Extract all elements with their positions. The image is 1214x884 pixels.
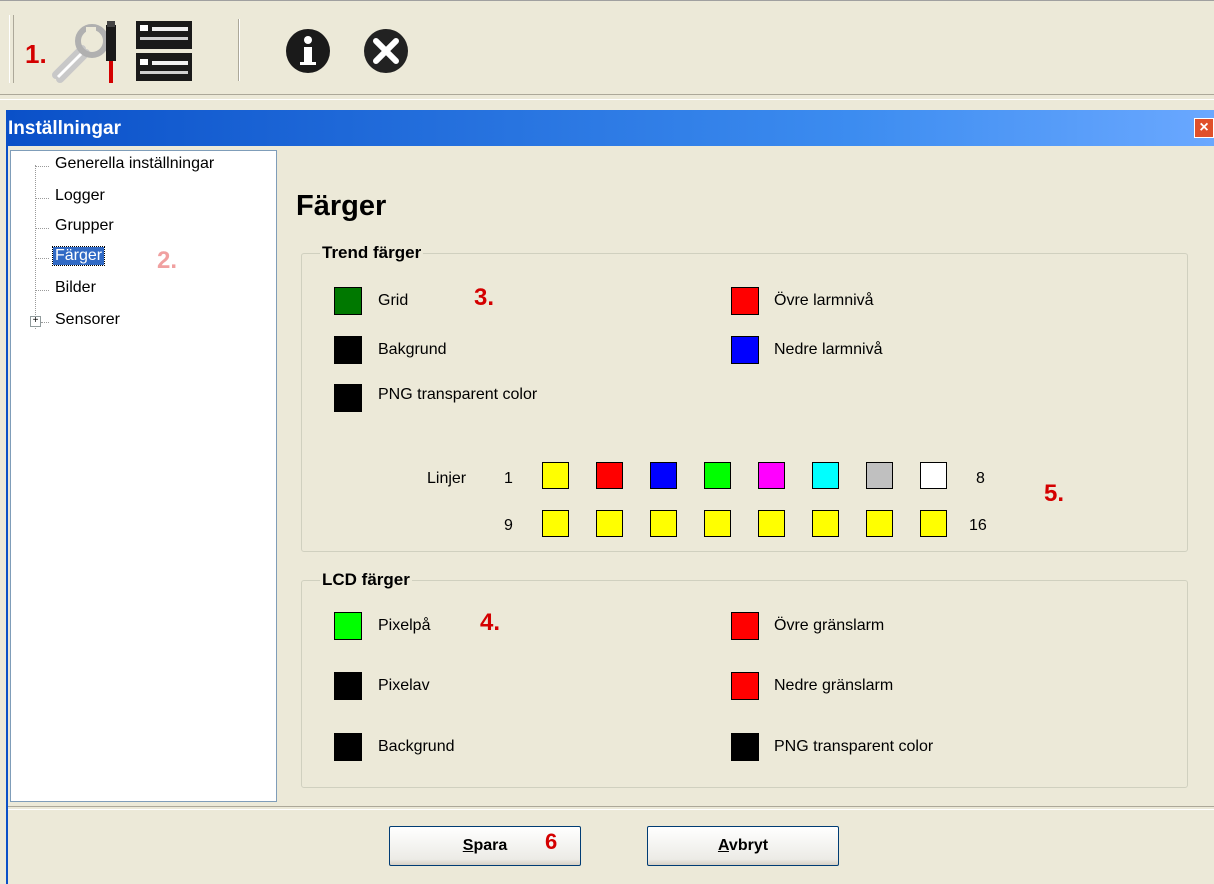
grid-color-label: Grid: [378, 292, 409, 309]
page-title: Färger: [296, 190, 387, 222]
tree-item-label: Färger: [51, 246, 106, 266]
pixelav-label: Pixelav: [378, 677, 430, 694]
tree-item-label: Grupper: [55, 217, 114, 234]
save-marker: 6: [545, 829, 558, 854]
nedre-granslarm-label: Nedre gränslarm: [774, 677, 894, 694]
line-color-swatch[interactable]: [812, 510, 839, 537]
info-icon[interactable]: [284, 27, 332, 75]
line-color-swatch[interactable]: [758, 510, 785, 537]
expand-icon[interactable]: +: [30, 316, 41, 327]
group-title: LCD färger: [320, 570, 412, 590]
save-button[interactable]: Spara 6: [389, 826, 581, 866]
toolbar: 1.: [0, 0, 1214, 96]
close-circle-icon[interactable]: [362, 27, 410, 75]
backgrund-label: Backgrund: [378, 738, 455, 755]
png-transparent-swatch[interactable]: [334, 384, 362, 412]
line-color-swatch[interactable]: [650, 510, 677, 537]
lines-row1-start: 1: [504, 470, 513, 487]
tree-marker: 2.: [157, 247, 178, 274]
line-color-swatch[interactable]: [596, 462, 623, 489]
cancel-button[interactable]: Avbryt: [647, 826, 839, 866]
save-label: para: [473, 837, 508, 854]
line-color-swatch[interactable]: [758, 462, 785, 489]
window-title: Inställningar: [8, 118, 121, 139]
tree-item-label: Generella inställningar: [55, 155, 215, 172]
tree-line: [35, 165, 36, 329]
bakgrund-color-label: Bakgrund: [378, 341, 447, 358]
line-color-swatch[interactable]: [704, 462, 731, 489]
bakgrund-color-swatch[interactable]: [334, 336, 362, 364]
ovre-larmniva-label: Övre larmnivå: [774, 292, 874, 309]
toolbar-grip[interactable]: [9, 15, 14, 83]
line-color-swatch[interactable]: [542, 462, 569, 489]
ovre-granslarm-swatch[interactable]: [731, 612, 759, 640]
line-color-swatch[interactable]: [650, 462, 677, 489]
toolbar-divider: [0, 94, 1214, 100]
line-color-swatch[interactable]: [812, 462, 839, 489]
nedre-larmniva-swatch[interactable]: [731, 336, 759, 364]
line-color-swatch[interactable]: [920, 510, 947, 537]
tree-item-label: Logger: [55, 187, 105, 204]
pixelpa-swatch[interactable]: [334, 612, 362, 640]
ovre-granslarm-label: Övre gränslarm: [774, 617, 885, 634]
toolbar-separator: [238, 19, 240, 81]
lines-row2-end: 16: [969, 517, 987, 534]
tree-item-label: Bilder: [55, 279, 96, 296]
footer-divider: [8, 806, 1214, 810]
window-titlebar: Inställningar ×: [6, 110, 1214, 146]
devices-icon[interactable]: [134, 19, 194, 83]
png-transparent-label: PNG transparent color: [378, 386, 538, 403]
ovre-larmniva-swatch[interactable]: [731, 287, 759, 315]
lines-label: Linjer: [427, 470, 467, 487]
line-color-swatch[interactable]: [596, 510, 623, 537]
save-mnemonic: S: [462, 837, 474, 854]
lines-marker: 5.: [1044, 480, 1065, 507]
line-color-swatch[interactable]: [704, 510, 731, 537]
line-color-swatch[interactable]: [866, 462, 893, 489]
lcd-png-transparent-label: PNG transparent color: [774, 738, 934, 755]
backgrund-swatch[interactable]: [334, 733, 362, 761]
pixelpa-label: Pixelpå: [378, 617, 431, 634]
line-color-swatch[interactable]: [866, 510, 893, 537]
cancel-mnemonic: A: [717, 837, 729, 854]
grid-color-swatch[interactable]: [334, 287, 362, 315]
window-close-button[interactable]: ×: [1194, 118, 1214, 138]
lcd-marker: 4.: [480, 609, 501, 636]
lines-row2-start: 9: [504, 517, 513, 534]
line-color-swatch[interactable]: [542, 510, 569, 537]
lcd-colors-group: LCD färger Pixelpå 4. Pixelav Backgrund …: [301, 570, 1188, 788]
lines-row1-end: 8: [976, 470, 985, 487]
group-title: Trend färger: [320, 243, 424, 263]
nedre-larmniva-label: Nedre larmnivå: [774, 341, 883, 358]
pixelav-swatch[interactable]: [334, 672, 362, 700]
settings-wrench-icon[interactable]: [52, 19, 124, 85]
trend-marker: 3.: [474, 284, 495, 311]
cancel-label: vbryt: [728, 837, 769, 854]
tree-item-label: Sensorer: [55, 311, 120, 328]
line-color-swatch[interactable]: [920, 462, 947, 489]
nedre-granslarm-swatch[interactable]: [731, 672, 759, 700]
lcd-png-transparent-swatch[interactable]: [731, 733, 759, 761]
settings-tree: Generella inställningar Logger Grupper F…: [10, 150, 277, 802]
toolbar-marker: 1.: [25, 39, 47, 69]
